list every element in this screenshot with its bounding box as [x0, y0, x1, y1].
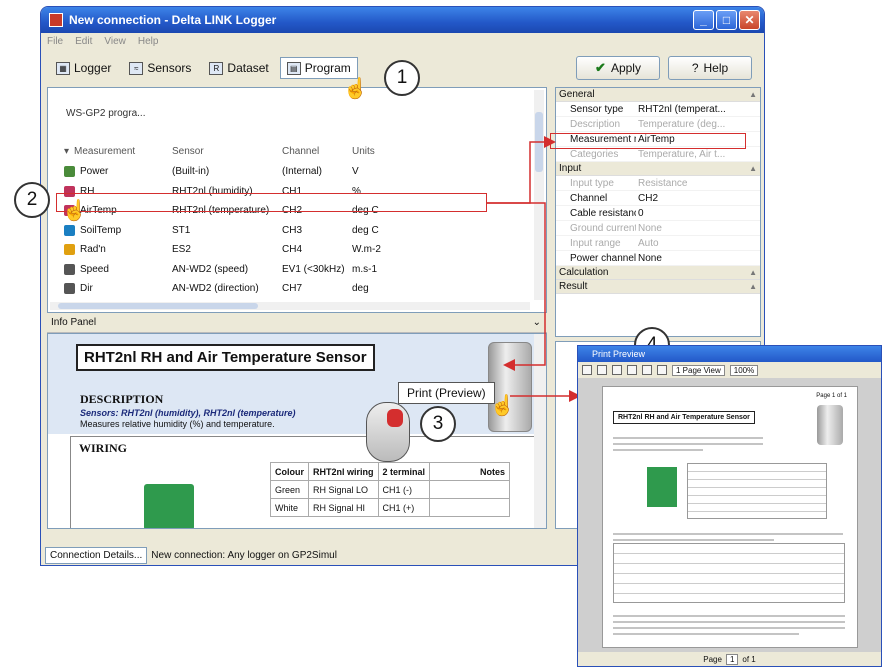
page-label: Page 1 of 1 [816, 393, 847, 399]
next-page-icon[interactable] [657, 365, 667, 375]
view-mode-select[interactable]: 1 Page View [672, 364, 725, 376]
page-setup-icon[interactable] [597, 365, 607, 375]
print-icon[interactable] [582, 365, 592, 375]
print-preview-window: Print Preview 1 Page View 100% Page 1 of… [577, 345, 882, 667]
preview-toolbar: 1 Page View 100% [578, 362, 881, 378]
hand-cursor-icon: ☝ [62, 200, 87, 222]
preview-title: Print Preview [578, 346, 881, 362]
arrow-to-info [487, 202, 546, 371]
preview-wiring-table [687, 463, 827, 519]
preview-page: Page 1 of 1 RHT2nl RH and Air Temperatur… [602, 386, 858, 648]
preview-footer: Page 1 of 1 [578, 652, 881, 666]
page-number-field[interactable]: 1 [725, 653, 739, 665]
first-page-icon[interactable] [627, 365, 637, 375]
mouse-icon [366, 402, 410, 462]
highlight-airtemp-row [56, 193, 487, 212]
hand-cursor-icon: ☝ [343, 78, 368, 100]
prev-page-icon[interactable] [642, 365, 652, 375]
print-preview-menu-item[interactable]: Print (Preview) [398, 382, 495, 404]
preview-property-table [613, 543, 845, 603]
callout-1: 1 [384, 60, 420, 96]
callout-2: 2 [14, 182, 50, 218]
zoom-select[interactable]: 100% [729, 364, 759, 376]
callout-3: 3 [420, 406, 456, 442]
preview-sensor-photo [817, 405, 843, 445]
preview-heading: RHT2nl RH and Air Temperature Sensor [613, 411, 755, 424]
page-count: of 1 [742, 654, 756, 664]
preview-connector-image [647, 467, 677, 507]
arrow-to-properties [487, 136, 556, 204]
highlight-measurement-name [550, 133, 746, 149]
zoom-icon[interactable] [612, 365, 622, 375]
